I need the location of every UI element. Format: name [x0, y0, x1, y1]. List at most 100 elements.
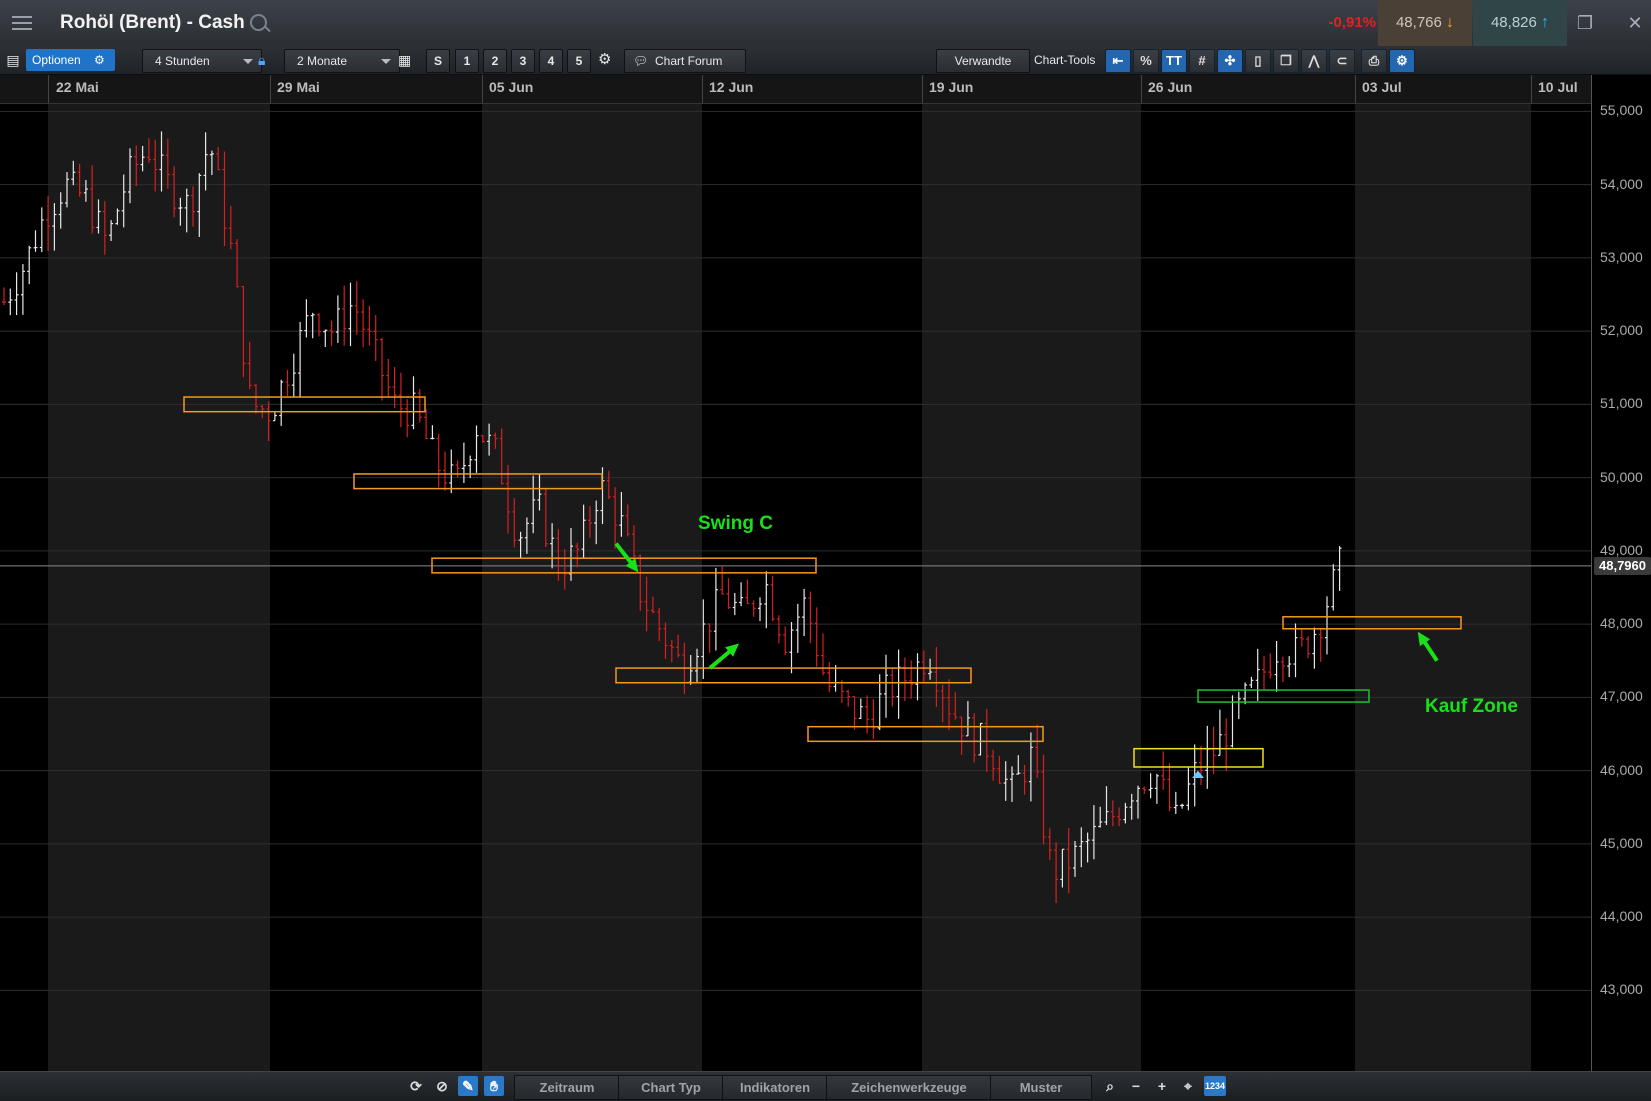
tag-icon[interactable]: ⊂	[1329, 49, 1355, 73]
date-tick	[1531, 75, 1532, 103]
pencil-icon[interactable]: ✎	[458, 1076, 478, 1096]
grid-icon[interactable]: #	[1189, 49, 1215, 73]
options-button[interactable]: Optionen ⚙	[26, 49, 115, 71]
zoom-in-icon[interactable]: +	[1152, 1076, 1172, 1096]
date-tick	[48, 75, 49, 103]
date-tick	[1141, 75, 1142, 103]
price-tick-label: 44,000	[1600, 908, 1643, 924]
sell-button[interactable]: 48,766 ↓	[1378, 0, 1472, 46]
date-label: 22 Mai	[56, 79, 99, 95]
instrument-title: Rohöl (Brent) - Cash	[60, 12, 245, 34]
date-tick	[482, 75, 483, 103]
buy-price: 48,826	[1491, 14, 1537, 31]
price-tick-label: 50,000	[1600, 469, 1643, 485]
arrow-down-icon: ↓	[1446, 14, 1454, 31]
chart-forum-button[interactable]: 💬︎ Chart Forum	[624, 49, 746, 73]
week-band	[702, 104, 922, 1071]
related-button[interactable]: Verwandte	[936, 49, 1030, 73]
date-tick	[702, 75, 703, 103]
s-button[interactable]: S	[426, 49, 450, 73]
crosshair-icon[interactable]: ⌖	[1178, 1076, 1198, 1096]
tab-muster[interactable]: Muster	[990, 1075, 1092, 1100]
price-tick-label: 45,000	[1600, 835, 1643, 851]
restore-icon[interactable]: ❐	[1572, 10, 1598, 36]
price-tick-label: 54,000	[1600, 176, 1643, 192]
settings-gear-icon[interactable]: ⚙	[598, 49, 611, 71]
bottom-toolbar: ⟳ ⊘ ✎ ✋︎ Zeitraum Chart Typ Indikatoren …	[0, 1071, 1651, 1101]
week-band	[922, 104, 1141, 1071]
calendar-icon[interactable]: ▦	[398, 49, 411, 71]
date-tick	[922, 75, 923, 103]
price-tick-label: 55,000	[1600, 102, 1643, 118]
gear-icon: ⚙	[94, 49, 105, 71]
lock-icon[interactable]: 🔒︎	[258, 49, 265, 71]
preset-5-button[interactable]: 5	[567, 49, 591, 73]
date-label: 12 Jun	[709, 79, 753, 95]
price-tick-label: 48,000	[1600, 615, 1643, 631]
close-icon[interactable]: ✕	[1622, 10, 1648, 36]
price-tick-label: 49,000	[1600, 542, 1643, 558]
week-band	[1355, 104, 1531, 1071]
price-tick-label: 51,000	[1600, 395, 1643, 411]
tab-zeichenwerkzeuge[interactable]: Zeichenwerkzeuge	[826, 1075, 992, 1100]
chart-tools-label: Chart-Tools	[1034, 49, 1095, 71]
date-label: 19 Jun	[929, 79, 973, 95]
date-label: 05 Jun	[489, 79, 533, 95]
week-band	[270, 104, 482, 1071]
date-tick	[1355, 75, 1356, 103]
sidebar-toggle-icon[interactable]: ▤	[4, 49, 22, 71]
price-tick-label: 52,000	[1600, 322, 1643, 338]
date-label: 26 Jun	[1148, 79, 1192, 95]
text-tool-button[interactable]: TT	[1161, 49, 1187, 73]
hand-icon[interactable]: ✋︎	[484, 1076, 504, 1096]
preset-4-button[interactable]: 4	[539, 49, 563, 73]
week-band	[1141, 104, 1355, 1071]
current-price-tag: 48,7960	[1594, 557, 1651, 575]
zoom-icon[interactable]: ⌕	[1100, 1076, 1120, 1096]
price-tick-label: 46,000	[1600, 762, 1643, 778]
options-label: Optionen	[32, 53, 81, 67]
buy-button[interactable]: 48,826 ↑	[1473, 0, 1567, 46]
percent-button[interactable]: %	[1133, 49, 1159, 73]
preset-3-button[interactable]: 3	[511, 49, 535, 73]
price-tick-label: 43,000	[1600, 981, 1643, 997]
tab-indikatoren[interactable]: Indikatoren	[722, 1075, 828, 1100]
week-band	[482, 104, 702, 1071]
range-select[interactable]: 2 Monate	[284, 49, 400, 73]
date-axis: 22 Mai 29 Mai 05 Jun 12 Jun 19 Jun 26 Ju…	[0, 75, 1591, 104]
price-chart[interactable]: Swing C Kauf Zone	[0, 104, 1591, 1071]
numbers-badge[interactable]: 1234	[1204, 1076, 1226, 1096]
tab-zeitraum[interactable]: Zeitraum	[514, 1075, 620, 1100]
price-tick-label: 53,000	[1600, 249, 1643, 265]
chart-toolbar: ▤ Optionen⚙ 4 Stunden 🔒︎ 2 Monate ▦ S 1 …	[0, 46, 1651, 75]
price-tick-label: 47,000	[1600, 688, 1643, 704]
arrow-up-icon: ↑	[1541, 14, 1549, 31]
windows-icon[interactable]: ❐	[1273, 49, 1299, 73]
annotation-label: Swing C	[698, 513, 773, 534]
change-percent: -0,91%	[1296, 0, 1376, 46]
sell-price: 48,766	[1396, 14, 1442, 31]
interval-select[interactable]: 4 Stunden	[142, 49, 262, 73]
date-label: 10 Jul	[1538, 79, 1578, 95]
no-entry-icon[interactable]: ⊘	[432, 1076, 452, 1096]
date-label: 03 Jul	[1362, 79, 1402, 95]
speech-bubble-icon: 💬︎	[633, 50, 648, 72]
print-icon[interactable]: ⎙	[1361, 49, 1387, 73]
annotation-label: Kauf Zone	[1425, 696, 1518, 717]
config-icon[interactable]: ⚙	[1389, 49, 1415, 73]
zoom-out-icon[interactable]: −	[1126, 1076, 1146, 1096]
refresh-icon[interactable]: ⟳	[406, 1076, 426, 1096]
back-arrow-icon[interactable]: ⇤	[1105, 49, 1131, 73]
preset-2-button[interactable]: 2	[483, 49, 507, 73]
menu-icon[interactable]	[8, 10, 36, 36]
crosshair-grid-icon[interactable]: ✣	[1217, 49, 1243, 73]
date-label: 29 Mai	[277, 79, 320, 95]
preset-1-button[interactable]: 1	[455, 49, 479, 73]
candle-icon[interactable]: ▯	[1245, 49, 1271, 73]
chart-line-icon[interactable]: ⋀	[1301, 49, 1327, 73]
date-tick	[270, 75, 271, 103]
chart-forum-label: Chart Forum	[655, 54, 722, 68]
search-icon[interactable]	[250, 14, 267, 31]
price-axis: 43,000 44,000 45,000 46,000 47,000 48,000 49,0…	[1591, 75, 1651, 1071]
tab-chart-typ[interactable]: Chart Typ	[618, 1075, 724, 1100]
